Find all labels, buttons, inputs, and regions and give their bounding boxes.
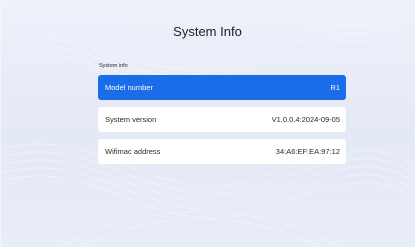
list-item-label: Model number [105, 83, 153, 92]
section-label: System info [99, 63, 128, 69]
list-item-label: System version [105, 115, 157, 124]
page-title: System Info [173, 24, 242, 39]
list-item-value: 34:A6:EF:EA:97:12 [275, 147, 340, 156]
list-item-system-version[interactable]: System version V1.0.0.4:2024-09-05 [98, 107, 346, 132]
list-item-label: Wifimac address [105, 147, 161, 156]
list-item-value: R1 [330, 83, 340, 92]
list-item-value: V1.0.0.4:2024-09-05 [271, 115, 340, 124]
list-item-model-number[interactable]: Model number R1 [98, 75, 346, 100]
list-item-wifimac-address[interactable]: Wifimac address 34:A6:EF:EA:97:12 [98, 139, 346, 164]
